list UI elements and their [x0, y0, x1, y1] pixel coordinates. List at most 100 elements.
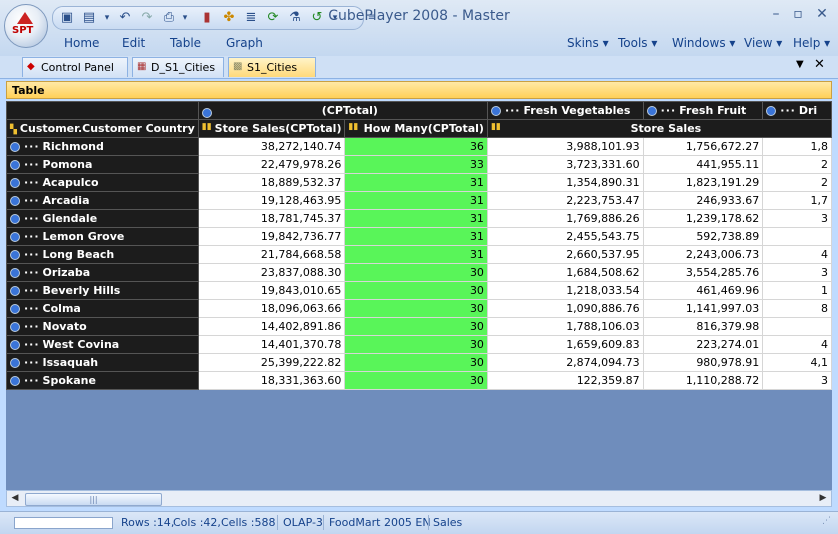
dri-cell[interactable]: 1: [762, 281, 832, 300]
fresh-fruit-cell[interactable]: 592,738.89: [642, 227, 764, 246]
menu-graph[interactable]: Graph: [226, 36, 263, 50]
how-many-cp-cell[interactable]: 30: [344, 353, 488, 372]
table-row[interactable]: ··· Lemon Grove 19,842,736.77 31 2,455,543.7…: [6, 227, 832, 246]
fresh-fruit-cell[interactable]: 3,554,285.76: [642, 263, 764, 282]
row-header-cell[interactable]: ··· Arcadia: [6, 191, 199, 210]
store-sales-cp-cell[interactable]: 18,889,532.37: [197, 173, 346, 192]
how-many-cp-cell[interactable]: 30: [344, 317, 488, 336]
table-row[interactable]: ··· Orizaba 23,837,088.30 30 1,684,508.62 3,5…: [6, 263, 832, 282]
cptotal-header[interactable]: (CPTotal): [197, 101, 488, 120]
close-tab-icon[interactable]: ✕: [814, 57, 825, 72]
how-many-cp-cell[interactable]: 30: [344, 263, 488, 282]
row-header-cell[interactable]: ··· Orizaba: [6, 263, 199, 282]
how-many-cp-header[interactable]: ▮▮ How Many(CPTotal): [344, 119, 488, 138]
fresh-fruit-cell[interactable]: 1,239,178.62: [642, 209, 764, 228]
row-header-cell[interactable]: ··· Pomona: [6, 155, 199, 174]
scroll-right-icon[interactable]: ▶: [816, 492, 830, 505]
fresh-vegetables-header[interactable]: ··· Fresh Vegetables: [486, 101, 644, 120]
fresh-fruit-cell[interactable]: 461,469.96: [642, 281, 764, 300]
row-header-cell[interactable]: ··· Acapulco: [6, 173, 199, 192]
fresh-fruit-cell[interactable]: 441,955.11: [642, 155, 764, 174]
dri-cell[interactable]: 1,7: [762, 191, 832, 210]
store-sales-cp-cell[interactable]: 19,128,463.95: [197, 191, 346, 210]
store-sales-cp-cell[interactable]: 21,784,668.58: [197, 245, 346, 264]
minimize-button[interactable]: –: [766, 6, 786, 24]
row-header-cell[interactable]: ··· Long Beach: [6, 245, 199, 264]
table-row[interactable]: ··· Pomona 22,479,978.26 33 3,723,331.60 441,…: [6, 155, 832, 174]
menu-table[interactable]: Table: [170, 36, 201, 50]
fresh-fruit-cell[interactable]: 1,141,997.03: [642, 299, 764, 318]
table-row[interactable]: ··· Spokane 18,331,363.60 30 122,359.87 1,110…: [6, 371, 832, 390]
dri-cell[interactable]: 4: [762, 335, 832, 354]
how-many-cp-cell[interactable]: 30: [344, 299, 488, 318]
dri-cell[interactable]: 2: [762, 155, 832, 174]
table-row[interactable]: ··· Long Beach 21,784,668.58 31 2,660,537.95…: [6, 245, 832, 264]
dimension-header[interactable]: ▚ Customer.Customer Country: [6, 119, 199, 138]
scroll-left-icon[interactable]: ◀: [8, 492, 22, 505]
store-sales-header[interactable]: ▮▮ Store Sales: [486, 119, 832, 138]
table-row[interactable]: ··· Glendale 18,781,745.37 31 1,769,886.26 1,…: [6, 209, 832, 228]
how-many-cp-cell[interactable]: 31: [344, 227, 488, 246]
fresh-vegetables-cell[interactable]: 1,354,890.31: [486, 173, 644, 192]
dri-cell[interactable]: [762, 227, 832, 246]
tab-s1-cities[interactable]: ▩ S1_Cities: [228, 57, 316, 77]
how-many-cp-cell[interactable]: 30: [344, 335, 488, 354]
row-header-cell[interactable]: ··· Novato: [6, 317, 199, 336]
table-row[interactable]: ··· Novato 14,402,891.86 30 1,788,106.03 816,…: [6, 317, 832, 336]
fresh-fruit-cell[interactable]: 223,274.01: [642, 335, 764, 354]
fresh-vegetables-cell[interactable]: 3,988,101.93: [486, 137, 644, 156]
store-sales-cp-cell[interactable]: 18,096,063.66: [197, 299, 346, 318]
store-sales-cp-cell[interactable]: 19,843,010.65: [197, 281, 346, 300]
fresh-vegetables-cell[interactable]: 2,660,537.95: [486, 245, 644, 264]
tab-d-s1-cities[interactable]: ▦ D_S1_Cities: [132, 57, 224, 77]
dri-cell[interactable]: 3: [762, 209, 832, 228]
how-many-cp-cell[interactable]: 33: [344, 155, 488, 174]
menu-home[interactable]: Home: [64, 36, 99, 50]
how-many-cp-cell[interactable]: 31: [344, 173, 488, 192]
how-many-cp-cell[interactable]: 36: [344, 137, 488, 156]
row-header-cell[interactable]: ··· Spokane: [6, 371, 199, 390]
dri-cell[interactable]: 3: [762, 263, 832, 282]
table-row[interactable]: ··· Beverly Hills 19,843,010.65 30 1,218,033…: [6, 281, 832, 300]
row-header-cell[interactable]: ··· West Covina: [6, 335, 199, 354]
resize-grip-icon[interactable]: ⋰: [822, 516, 831, 526]
fresh-vegetables-cell[interactable]: 1,090,886.76: [486, 299, 644, 318]
fresh-vegetables-cell[interactable]: 1,769,886.26: [486, 209, 644, 228]
how-many-cp-cell[interactable]: 31: [344, 209, 488, 228]
table-row[interactable]: ··· Acapulco 18,889,532.37 31 1,354,890.31 1,…: [6, 173, 832, 192]
fresh-vegetables-cell[interactable]: 2,455,543.75: [486, 227, 644, 246]
table-row[interactable]: ··· West Covina 14,401,370.78 30 1,659,609.8…: [6, 335, 832, 354]
row-header-cell[interactable]: ··· Lemon Grove: [6, 227, 199, 246]
how-many-cp-cell[interactable]: 31: [344, 245, 488, 264]
scrollbar-thumb[interactable]: |||: [25, 493, 162, 506]
row-header-cell[interactable]: ··· Colma: [6, 299, 199, 318]
store-sales-cp-cell[interactable]: 25,399,222.82: [197, 353, 346, 372]
dri-cell[interactable]: [762, 317, 832, 336]
menu-windows[interactable]: Windows ▾: [672, 36, 735, 50]
fresh-vegetables-cell[interactable]: 3,723,331.60: [486, 155, 644, 174]
fresh-fruit-header[interactable]: ··· Fresh Fruit: [642, 101, 764, 120]
store-sales-cp-cell[interactable]: 19,842,736.77: [197, 227, 346, 246]
menu-help[interactable]: Help ▾: [793, 36, 830, 50]
store-sales-cp-header[interactable]: ▮▮ Store Sales(CPTotal): [197, 119, 346, 138]
row-header-cell[interactable]: ··· Richmond: [6, 137, 199, 156]
fresh-vegetables-cell[interactable]: 1,684,508.62: [486, 263, 644, 282]
row-header-cell[interactable]: ··· Beverly Hills: [6, 281, 199, 300]
dri-cell[interactable]: 8: [762, 299, 832, 318]
table-row[interactable]: ··· Issaquah 25,399,222.82 30 2,874,094.73 98…: [6, 353, 832, 372]
table-row[interactable]: ··· Colma 18,096,063.66 30 1,090,886.76 1,141…: [6, 299, 832, 318]
store-sales-cp-cell[interactable]: 14,401,370.78: [197, 335, 346, 354]
menu-view[interactable]: View ▾: [744, 36, 782, 50]
store-sales-cp-cell[interactable]: 18,331,363.60: [197, 371, 346, 390]
dri-cell[interactable]: 4,1: [762, 353, 832, 372]
dri-header[interactable]: ··· Dri: [762, 101, 832, 120]
store-sales-cp-cell[interactable]: 18,781,745.37: [197, 209, 346, 228]
fresh-fruit-cell[interactable]: 1,756,672.27: [642, 137, 764, 156]
fresh-fruit-cell[interactable]: 980,978.91: [642, 353, 764, 372]
fresh-fruit-cell[interactable]: 1,110,288.72: [642, 371, 764, 390]
fresh-vegetables-cell[interactable]: 122,359.87: [486, 371, 644, 390]
menu-tools[interactable]: Tools ▾: [618, 36, 657, 50]
menu-edit[interactable]: Edit: [122, 36, 145, 50]
fresh-fruit-cell[interactable]: 2,243,006.73: [642, 245, 764, 264]
fresh-fruit-cell[interactable]: 246,933.67: [642, 191, 764, 210]
